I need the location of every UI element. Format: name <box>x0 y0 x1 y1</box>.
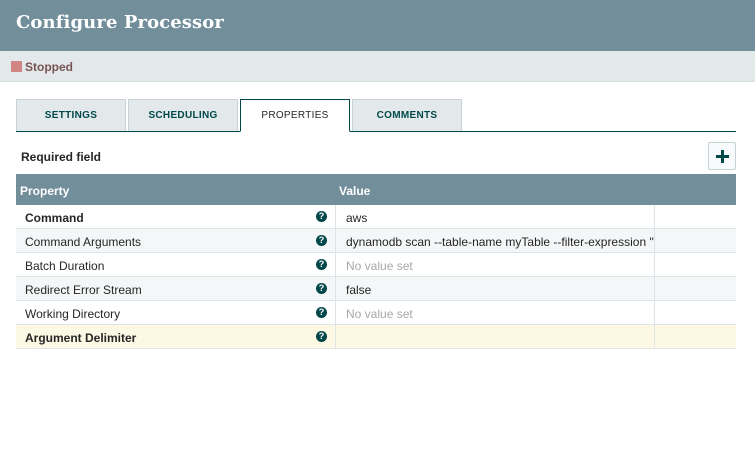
table-row[interactable]: Command Arguments? dynamodb scan --table-… <box>16 229 736 253</box>
dialog-title: Configure Processor <box>16 12 224 33</box>
property-name: Batch Duration <box>25 259 105 273</box>
column-header-value[interactable]: Value <box>339 184 370 198</box>
status-bar: Stopped <box>0 51 755 82</box>
property-name: Redirect Error Stream <box>25 283 142 297</box>
dialog-header: Configure Processor <box>0 0 755 51</box>
property-value-cell[interactable] <box>335 325 655 348</box>
property-value: false <box>346 283 372 297</box>
property-value-cell[interactable]: No value set <box>335 301 655 324</box>
question-circle-icon[interactable]: ? <box>316 307 327 318</box>
tab-settings[interactable]: SETTINGS <box>16 99 126 131</box>
property-value: aws <box>346 211 368 225</box>
question-circle-icon[interactable]: ? <box>316 283 327 294</box>
table-header: Property Value <box>16 174 736 205</box>
property-value: No value set <box>346 259 413 273</box>
property-name: Working Directory <box>25 307 121 321</box>
property-value: dynamodb scan --table-name myTable --fil… <box>346 235 654 249</box>
property-name: Command <box>25 211 84 225</box>
add-property-button[interactable] <box>708 142 736 170</box>
table-row[interactable]: Batch Duration? No value set <box>16 253 736 277</box>
table-row[interactable]: Redirect Error Stream? false <box>16 277 736 301</box>
question-circle-icon[interactable]: ? <box>316 211 327 222</box>
table-row[interactable]: Command? aws <box>16 205 736 229</box>
tab-comments[interactable]: COMMENTS <box>352 99 462 131</box>
property-value-cell[interactable]: false <box>335 277 655 300</box>
question-circle-icon[interactable]: ? <box>316 331 327 342</box>
property-name: Argument Delimiter <box>25 331 137 345</box>
properties-table: Property Value Command? aws Command Argume… <box>16 174 736 349</box>
tab-properties[interactable]: PROPERTIES <box>240 99 350 132</box>
table-row[interactable]: Argument Delimiter? <box>16 325 736 349</box>
plus-icon <box>715 149 729 163</box>
question-circle-icon[interactable]: ? <box>316 235 327 246</box>
required-field-label: Required field <box>21 150 102 164</box>
property-name: Command Arguments <box>25 235 142 249</box>
tab-bar: SETTINGS SCHEDULING PROPERTIES COMMENTS <box>16 99 736 132</box>
property-value-cell[interactable]: No value set <box>335 253 655 276</box>
table-row[interactable]: Working Directory? No value set <box>16 301 736 325</box>
stopped-square-icon <box>11 61 22 72</box>
status-label: Stopped <box>25 60 73 74</box>
question-circle-icon[interactable]: ? <box>316 259 327 270</box>
column-header-property[interactable]: Property <box>20 184 69 198</box>
property-value: No value set <box>346 307 413 321</box>
tab-scheduling[interactable]: SCHEDULING <box>128 99 238 131</box>
property-value-cell[interactable]: aws <box>335 205 655 228</box>
property-value-cell[interactable]: dynamodb scan --table-name myTable --fil… <box>335 229 655 252</box>
